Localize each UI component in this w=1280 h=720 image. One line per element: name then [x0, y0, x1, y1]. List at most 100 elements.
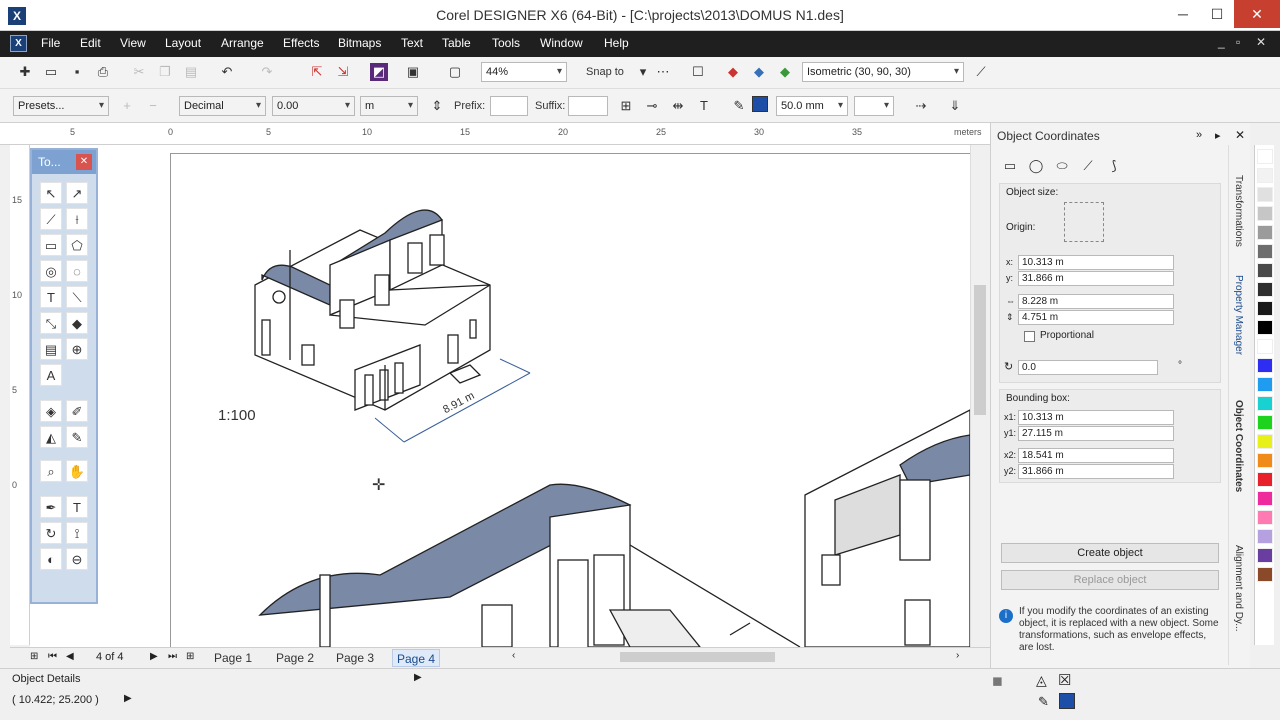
proportional-checkbox[interactable]	[1024, 331, 1035, 342]
presets-select[interactable]: Presets...	[13, 96, 109, 116]
text-position-icon[interactable]: ⊸	[643, 97, 661, 115]
scroll-right-icon[interactable]: ›	[956, 650, 959, 661]
document-icon[interactable]: X	[10, 35, 27, 52]
menu-layout[interactable]: Layout	[165, 36, 201, 50]
ellipse-tool-icon[interactable]: ◎	[40, 260, 62, 282]
prev-page-icon[interactable]: ◀	[66, 651, 74, 662]
scroll-left-icon[interactable]: ‹	[512, 650, 515, 661]
print-icon[interactable]: ⎙	[94, 63, 112, 81]
rotate-tool-icon[interactable]: ↻	[40, 522, 62, 544]
menu-window[interactable]: Window	[540, 36, 583, 50]
line-tool-icon[interactable]: ⟋	[40, 208, 62, 230]
palette-swatch[interactable]	[1257, 263, 1273, 278]
snap-options-icon[interactable]: ⋯	[654, 63, 672, 81]
menu-file[interactable]: File	[41, 36, 60, 50]
docker-menu-icon[interactable]: ▸	[1215, 129, 1221, 142]
projection-select[interactable]: Isometric (30, 90, 30)	[802, 62, 964, 82]
palette-swatch[interactable]	[1257, 301, 1273, 316]
menu-tools[interactable]: Tools	[492, 36, 520, 50]
line-style-select[interactable]	[854, 96, 894, 116]
palette-swatch[interactable]	[1257, 453, 1273, 468]
palette-swatch[interactable]	[1257, 434, 1273, 449]
suffix-input[interactable]	[568, 96, 608, 116]
add-preset-icon[interactable]: +	[118, 97, 136, 115]
replace-object-button[interactable]: Replace object	[1001, 570, 1219, 590]
menu-table[interactable]: Table	[442, 36, 471, 50]
publish-icon[interactable]: ▣	[404, 63, 422, 81]
tab-page-3[interactable]: Page 3	[332, 649, 378, 667]
outline-pen-icon[interactable]: ✎	[730, 97, 748, 115]
palette-swatch[interactable]	[1257, 510, 1273, 525]
first-page-icon[interactable]: ⏮	[48, 651, 57, 662]
tab-property-manager[interactable]: Property Manager	[1233, 275, 1244, 355]
outline-width-select[interactable]: 50.0 mm	[776, 96, 848, 116]
bbox-y1-input[interactable]: 27.115 m	[1018, 426, 1174, 441]
eraser-tool-icon[interactable]: ◆	[66, 312, 88, 334]
doc-minimize-button[interactable]: _	[1218, 35, 1225, 49]
menu-arrange[interactable]: Arrange	[221, 36, 264, 50]
palette-swatch[interactable]	[1257, 225, 1273, 240]
palette-swatch[interactable]	[1257, 187, 1273, 202]
palette-swatch[interactable]	[1257, 358, 1273, 373]
close-button[interactable]: ✕	[1234, 0, 1280, 28]
tab-page-4[interactable]: Page 4	[392, 649, 441, 667]
text-orientation-icon[interactable]: T	[695, 97, 713, 115]
toolbox-close-button[interactable]: ✕	[76, 154, 92, 170]
tab-page-1[interactable]: Page 1	[210, 649, 256, 667]
palette-swatch[interactable]	[1257, 529, 1273, 544]
menu-edit[interactable]: Edit	[80, 36, 101, 50]
fill-bucket-icon[interactable]: ◬	[1036, 672, 1047, 689]
palette-swatch[interactable]	[1257, 282, 1273, 297]
toolbox-panel[interactable]: To... ✕ ↖ ↗ ⟋ ⟊ ▭ ⬠ ◎ ◌ T ⟍ ⤡ ◆ ▤ ⊕ A ◈ …	[30, 148, 98, 604]
rectangle-mode-icon[interactable]: ▭	[1001, 157, 1019, 175]
palette-swatch[interactable]	[1257, 320, 1273, 335]
tab-page-2[interactable]: Page 2	[272, 649, 318, 667]
line-mode-icon[interactable]: ⟋	[1079, 157, 1097, 175]
side-view-icon[interactable]: ◆	[750, 63, 768, 81]
add-page-after-icon[interactable]: ⊞	[186, 651, 194, 662]
horizontal-scroll-thumb[interactable]	[620, 652, 775, 662]
copy-icon[interactable]: ❐	[156, 63, 174, 81]
height-input[interactable]: 4.751 m	[1018, 310, 1174, 325]
export-icon[interactable]: ⇲	[334, 63, 352, 81]
palette-swatch[interactable]	[1257, 206, 1273, 221]
spiral-tool-icon[interactable]: ◌	[66, 260, 88, 282]
show-grid-icon[interactable]: ☐	[689, 63, 707, 81]
dimension-tool-icon[interactable]: ⟊	[66, 208, 88, 230]
outline-color-status-swatch[interactable]	[1059, 693, 1075, 709]
palette-swatch[interactable]	[1257, 377, 1273, 392]
palette-swatch[interactable]	[1257, 339, 1273, 354]
units-select[interactable]: m	[360, 96, 418, 116]
minimize-button[interactable]: ─	[1166, 0, 1200, 28]
pick-tool-icon[interactable]: ↖	[40, 182, 62, 204]
table-tool-icon[interactable]: ▤	[40, 338, 62, 360]
bbox-x2-input[interactable]: 18.541 m	[1018, 448, 1174, 463]
slant-tool-icon[interactable]: ⟟	[66, 522, 88, 544]
origin-selector[interactable]	[1064, 202, 1104, 242]
projected-ellipse-tool-icon[interactable]: ◐	[40, 548, 62, 570]
palette-swatch[interactable]	[1257, 472, 1273, 487]
remove-preset-icon[interactable]: −	[144, 97, 162, 115]
open-icon[interactable]: ▭	[42, 63, 60, 81]
vertical-ruler[interactable]: 15 10 5 0	[10, 145, 30, 645]
doc-restore-button[interactable]: ▫	[1236, 35, 1240, 49]
tab-alignment[interactable]: Alignment and Dy...	[1233, 545, 1244, 632]
shape-tool-icon[interactable]: ↗	[66, 182, 88, 204]
menu-text[interactable]: Text	[401, 36, 423, 50]
text-properties-icon[interactable]: ⇓	[946, 97, 964, 115]
outline-color-swatch[interactable]	[752, 96, 768, 112]
dynamic-dimensioning-icon[interactable]: ⊞	[617, 97, 635, 115]
y-position-input[interactable]: 31.866 m	[1018, 271, 1174, 286]
docker-expand-icon[interactable]: »	[1196, 129, 1202, 141]
menu-bitmaps[interactable]: Bitmaps	[338, 36, 381, 50]
drawing-canvas[interactable]: 1:100 8.91 m ✛	[30, 145, 970, 647]
application-launcher-icon[interactable]: ◩	[370, 63, 388, 81]
palette-swatch[interactable]	[1257, 149, 1273, 164]
extension-lines-icon[interactable]: ⇹	[669, 97, 687, 115]
new-document-icon[interactable]: ✚	[16, 63, 34, 81]
status-expand-icon[interactable]: ▶	[414, 672, 422, 683]
maximize-button[interactable]: ☐	[1200, 0, 1234, 28]
tab-object-coordinates[interactable]: Object Coordinates	[1233, 400, 1244, 492]
callout-tool-icon[interactable]: ⟍	[66, 286, 88, 308]
dimension-style-select[interactable]: Decimal	[179, 96, 266, 116]
